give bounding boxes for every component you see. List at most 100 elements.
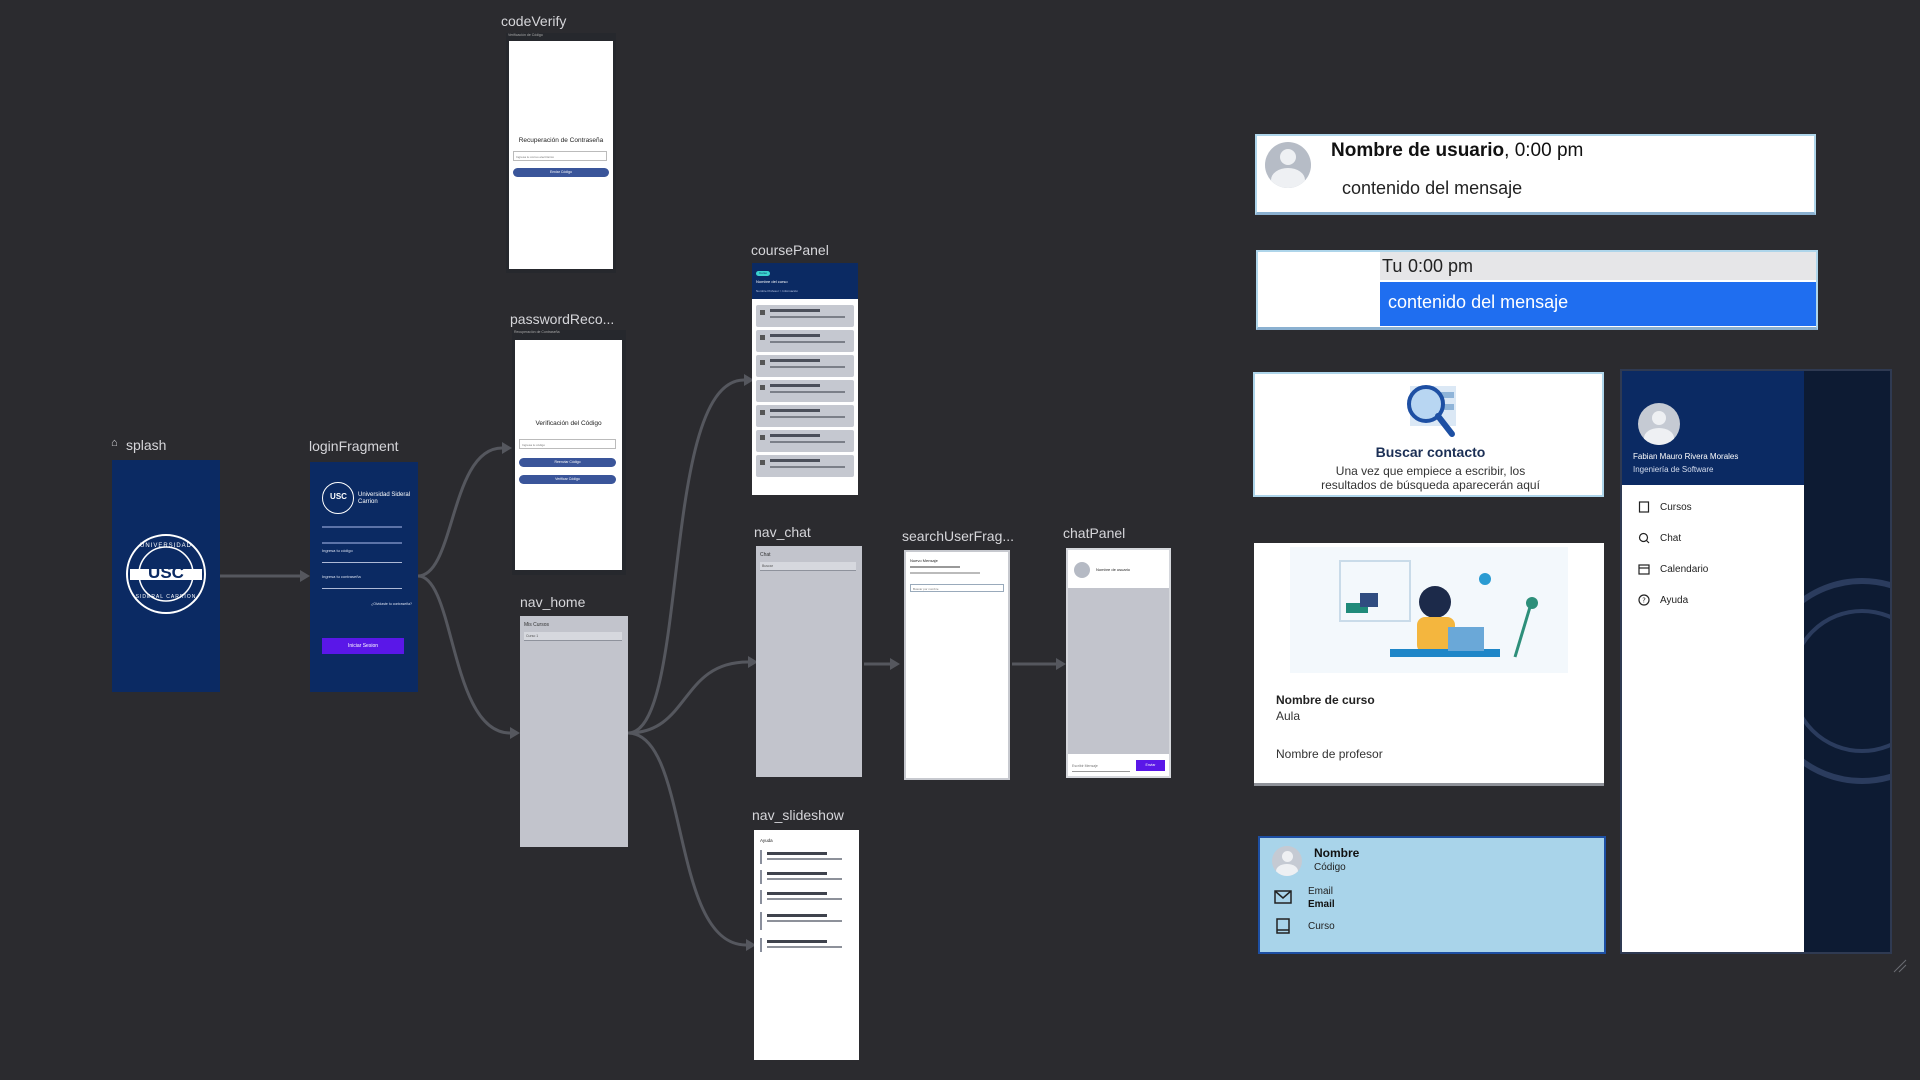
- course-illustration: [1290, 547, 1568, 673]
- label-course-panel[interactable]: coursePanel: [751, 242, 829, 258]
- nav-slideshow-screen[interactable]: Ayuda: [754, 830, 859, 1060]
- drawer-panel: Fabian Mauro Rivera Morales Ingeniería d…: [1622, 371, 1804, 952]
- drawer-item-label: Cursos: [1660, 501, 1692, 513]
- nav-chat-field[interactable]: Buscar: [760, 562, 856, 571]
- password-reco-screen[interactable]: Recuperación de Contraseña Verificación …: [512, 330, 626, 575]
- search-user-line: [910, 572, 980, 574]
- contact-email-label: Email: [1308, 886, 1334, 897]
- book-icon: [1638, 501, 1650, 513]
- login-description: [322, 526, 402, 544]
- forgot-password-link[interactable]: ¿Olvidaste tu contraseña?: [364, 602, 412, 606]
- splash-ring-top: UNIVERSIDAD: [139, 543, 192, 549]
- message-received-item[interactable]: Nombre de usuario, 0:00 pm contenido del…: [1255, 134, 1816, 215]
- help-icon: ?: [1638, 594, 1650, 606]
- nav-home-title: Mis Cursos: [524, 622, 550, 628]
- nav-home-screen[interactable]: Mis Cursos Curso 1: [520, 616, 628, 847]
- label-nav-home[interactable]: nav_home: [520, 594, 585, 610]
- label-nav-chat[interactable]: nav_chat: [754, 524, 811, 540]
- course-crumb: Nombre Profesor > Información: [756, 289, 798, 293]
- course-row[interactable]: [756, 355, 854, 377]
- course-card[interactable]: Nombre de curso Aula Nombre de profesor: [1254, 543, 1604, 786]
- search-user-input[interactable]: Buscar por nombre: [910, 584, 1004, 592]
- drawer-user-name: Fabian Mauro Rivera Morales: [1633, 452, 1739, 461]
- course-row[interactable]: [756, 405, 854, 427]
- label-login-fragment[interactable]: loginFragment: [309, 438, 399, 454]
- label-password-reco[interactable]: passwordReco...: [510, 311, 614, 327]
- splash-screen[interactable]: USC UNIVERSIDAD SIDERAL CARRION: [112, 460, 220, 692]
- course-row[interactable]: [756, 455, 854, 477]
- resend-code-button[interactable]: Reenviar Código: [519, 458, 616, 467]
- send-button[interactable]: Enviar: [1136, 760, 1165, 771]
- verify-code-button[interactable]: Verificar Código: [519, 475, 616, 484]
- label-search-user[interactable]: searchUserFrag...: [902, 528, 1014, 544]
- message-sent-item[interactable]: Tu 0:00 pm contenido del mensaje: [1256, 250, 1818, 330]
- search-user-title: Nuevo Mensaje: [910, 558, 938, 563]
- course-room: Aula: [1276, 709, 1301, 723]
- help-item[interactable]: [760, 890, 853, 904]
- codigo-field[interactable]: Ingresa tu código: [322, 548, 402, 563]
- course-row[interactable]: [756, 330, 854, 352]
- navigation-drawer-preview[interactable]: Fabian Mauro Rivera Morales Ingeniería d…: [1620, 369, 1892, 954]
- splash-logo-text: USC: [148, 563, 184, 582]
- password-field[interactable]: Ingresa tu contraseña: [322, 574, 402, 589]
- send-code-button[interactable]: Enviar Código: [513, 168, 609, 177]
- login-button[interactable]: Iniciar Sesion: [322, 638, 404, 654]
- email-input[interactable]: Ingresa tu correo electrónico: [513, 151, 607, 161]
- label-chat-panel[interactable]: chatPanel: [1063, 525, 1125, 541]
- resize-handle-icon[interactable]: [1892, 958, 1908, 974]
- search-user-line: [910, 566, 960, 568]
- course-panel-screen[interactable]: Curso Nombre del curso Nombre Profesor >…: [752, 263, 858, 495]
- course-row[interactable]: [756, 430, 854, 452]
- email-icon: [1274, 890, 1292, 904]
- sent-message-content: contenido del mensaje: [1388, 292, 1569, 312]
- password-reco-title: Verificación del Código: [535, 420, 602, 427]
- splash-ring-bottom: SIDERAL CARRION: [135, 594, 197, 600]
- course-row[interactable]: [756, 305, 854, 327]
- code-verify-header: Verificación de Código: [508, 33, 543, 37]
- password-reco-header: Recuperación de Contraseña: [514, 330, 560, 334]
- nav-slideshow-title: Ayuda: [760, 838, 773, 843]
- label-splash[interactable]: splash: [126, 437, 166, 453]
- contact-name: Nombre: [1314, 846, 1360, 860]
- contact-course: Curso: [1308, 921, 1335, 932]
- search-icon: [1638, 532, 1650, 544]
- message-content: contenido del mensaje: [1342, 178, 1523, 198]
- sent-user: Tu: [1382, 256, 1403, 276]
- help-item[interactable]: [760, 938, 853, 952]
- help-item[interactable]: [760, 850, 853, 864]
- search-empty-title: Buscar contacto: [1375, 444, 1486, 460]
- university-name: Universidad Sideral Carrion: [358, 492, 411, 505]
- chat-panel-screen[interactable]: Nombre de usuario Escribir Mensaje Envia…: [1066, 548, 1171, 778]
- nav-home-field[interactable]: Curso 1: [524, 632, 622, 641]
- nav-chat-screen[interactable]: Chat Buscar: [756, 546, 862, 777]
- code-verify-title: Recuperación de Contraseña: [518, 137, 604, 144]
- course-row[interactable]: [756, 380, 854, 402]
- sent-time: 0:00 pm: [1408, 256, 1474, 276]
- drawer-item-ayuda[interactable]: ? Ayuda: [1638, 594, 1688, 606]
- contact-card[interactable]: Nombre Código Email Email Curso: [1258, 836, 1606, 954]
- drawer-item-label: Ayuda: [1660, 594, 1689, 606]
- label-code-verify[interactable]: codeVerify: [501, 13, 566, 29]
- message-user-name: Nombre de usuario: [1331, 140, 1505, 161]
- login-screen[interactable]: USC Universidad Sideral Carrion Ingresa …: [310, 462, 418, 692]
- search-user-screen[interactable]: Nuevo Mensaje Buscar por nombre: [904, 550, 1010, 780]
- drawer-item-cursos[interactable]: Cursos: [1638, 501, 1692, 513]
- course-badge: Curso: [756, 271, 770, 276]
- avatar: [1272, 846, 1302, 876]
- help-item[interactable]: [760, 870, 853, 884]
- message-time: , 0:00 pm: [1504, 140, 1584, 161]
- login-logo-text: USC: [330, 492, 347, 501]
- contact-email-value: Email: [1308, 899, 1335, 910]
- chat-panel-user: Nombre de usuario: [1096, 567, 1131, 572]
- code-verify-screen[interactable]: Verificación de Código Recuperación de C…: [506, 33, 616, 273]
- message-input[interactable]: Escribir Mensaje: [1072, 761, 1130, 772]
- drawer-item-chat[interactable]: Chat: [1638, 532, 1681, 544]
- code-input[interactable]: Ingresa tu código: [519, 439, 616, 449]
- drawer-career: Ingeniería de Software: [1633, 465, 1714, 474]
- help-item[interactable]: [760, 912, 853, 930]
- nav-chat-title: Chat: [760, 552, 771, 558]
- drawer-item-calendario[interactable]: Calendario: [1638, 563, 1708, 575]
- drawer-item-label: Calendario: [1660, 563, 1709, 575]
- label-nav-slideshow[interactable]: nav_slideshow: [752, 807, 844, 823]
- course-panel-header: Curso Nombre del curso Nombre Profesor >…: [752, 263, 858, 299]
